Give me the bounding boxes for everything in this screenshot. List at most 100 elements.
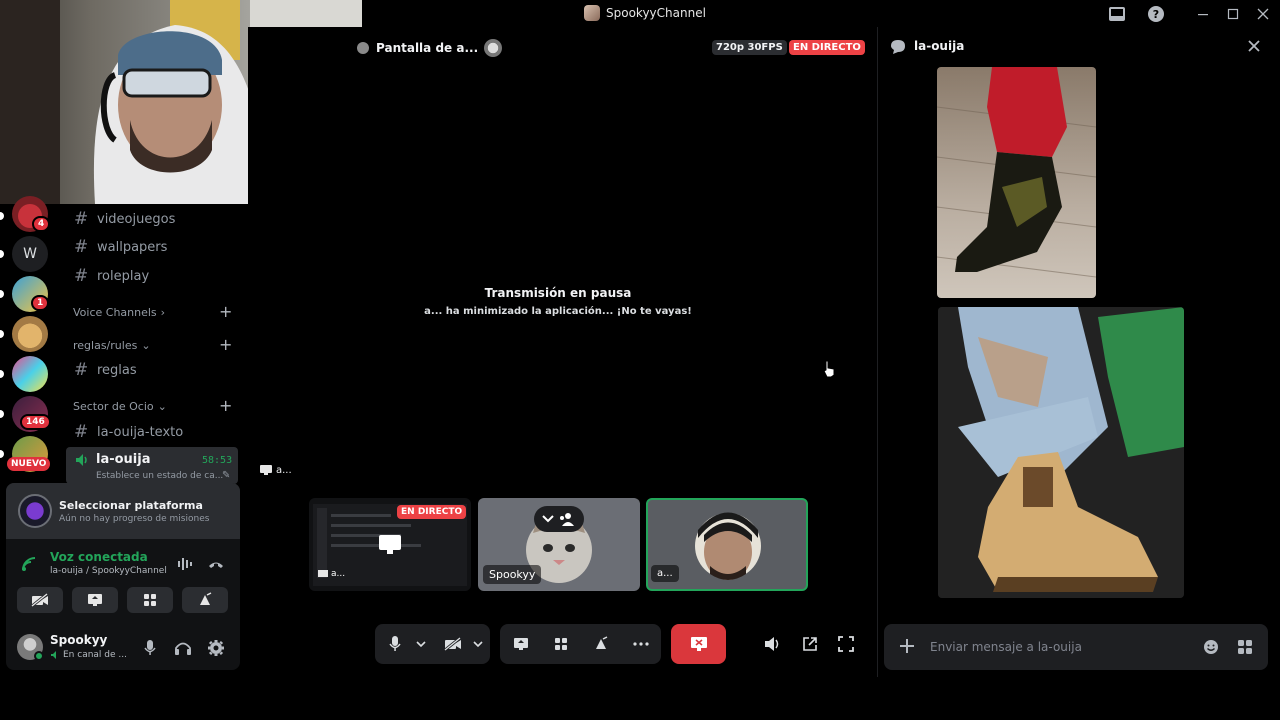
category-label: reglas/rules (73, 339, 138, 352)
quality-badge: 720p 30FPS (712, 40, 787, 55)
volume-icon[interactable] (757, 628, 789, 660)
tile-label: a... (318, 569, 345, 579)
server-icon-colorful[interactable] (12, 356, 48, 392)
stream-title: Pantalla de a... (376, 41, 479, 55)
channel-label: reglas (97, 362, 137, 378)
chevron-down-icon[interactable] (405, 628, 437, 660)
channel-item[interactable]: # la-ouija-texto (74, 422, 183, 442)
user-status-text: En canal de ... (63, 650, 127, 660)
emoji-icon[interactable] (1203, 639, 1219, 655)
category-label: Voice Channels (73, 306, 157, 319)
mention-badge: 4 (32, 216, 51, 232)
message-input[interactable] (930, 634, 1190, 660)
microphone-icon[interactable] (142, 639, 158, 657)
voice-connected-status[interactable]: Voz conectada (50, 550, 148, 564)
screen-icon (318, 569, 328, 577)
tile-live-badge: EN DIRECTO (397, 505, 467, 519)
stream-owner-label: a... (260, 465, 292, 476)
channel-label: wallpapers (97, 239, 168, 255)
tile-name: a... (331, 569, 346, 579)
hash-icon: # (74, 422, 89, 442)
screen-icon (260, 465, 272, 475)
channel-item[interactable]: # videojuegos (74, 209, 175, 229)
signal-icon (20, 555, 38, 573)
activities-button[interactable] (127, 587, 173, 613)
user-icon (357, 42, 369, 54)
mention-badge: 146 (20, 414, 51, 430)
chat-image-boots[interactable] (938, 307, 1184, 598)
online-status-icon (34, 651, 44, 661)
channel-item[interactable]: # wallpapers (74, 237, 167, 257)
noise-suppression-icon[interactable] (177, 556, 195, 572)
chat-bubble-icon (890, 39, 906, 55)
close-icon[interactable] (1247, 39, 1261, 53)
headphones-icon[interactable] (174, 639, 192, 657)
username[interactable]: Spookyy (50, 633, 107, 647)
user-status: En canal de ... (50, 650, 127, 660)
minimize-icon[interactable] (1193, 4, 1213, 24)
quest-subtitle: Aún no hay progreso de misiones (59, 514, 210, 524)
server-icon-cat[interactable] (12, 316, 48, 352)
paused-title: Transmisión en pausa (484, 286, 632, 300)
mention-badge: 1 (31, 295, 50, 311)
voice-channel-label: la-ouija (96, 452, 151, 467)
hash-icon: # (74, 360, 89, 380)
screen-icon (378, 534, 402, 556)
channel-item[interactable]: # roleplay (74, 266, 149, 286)
apps-icon[interactable] (1237, 639, 1253, 655)
category-ocio[interactable]: Sector de Ocio ⌄ (73, 400, 167, 413)
chevron-right-icon: › (160, 306, 166, 319)
add-channel-icon[interactable]: + (219, 335, 232, 354)
more-options-icon[interactable] (625, 628, 657, 660)
screen-share-button[interactable] (72, 587, 118, 613)
paused-subtitle: a... ha minimizado la aplicación... ¡No … (424, 306, 692, 317)
maximize-icon[interactable] (1223, 4, 1243, 24)
close-window-icon[interactable] (1253, 4, 1273, 24)
quest-icon (18, 494, 52, 528)
voice-timer: 58:53 (202, 455, 233, 466)
add-channel-icon[interactable]: + (219, 396, 232, 415)
channel-label: videojuegos (97, 211, 176, 227)
disconnect-icon[interactable] (207, 557, 225, 571)
screen-share-icon[interactable] (505, 628, 537, 660)
popout-icon[interactable] (794, 628, 826, 660)
settings-gear-icon[interactable] (207, 639, 225, 657)
camera-off-button[interactable] (17, 587, 63, 613)
server-icon-w[interactable]: W (12, 236, 48, 272)
fullscreen-icon[interactable] (830, 628, 862, 660)
tile-name: Spookyy (483, 565, 542, 584)
voice-location: la-ouija / SpookyyChannel (50, 566, 167, 576)
window-title-text: SpookyyChannel (606, 6, 706, 20)
add-attachment-icon[interactable] (899, 638, 915, 654)
category-rules[interactable]: reglas/rules ⌄ (73, 339, 151, 352)
chat-channel-title: la-ouija (914, 39, 965, 53)
inbox-icon[interactable] (1107, 4, 1127, 24)
chevron-down-icon[interactable] (462, 628, 494, 660)
activities-icon[interactable] (545, 628, 577, 660)
streamer-avatar (484, 39, 503, 57)
soundboard-button[interactable] (182, 587, 228, 613)
mouse-cursor-icon (822, 360, 836, 378)
category-label: Sector de Ocio (73, 400, 154, 413)
add-channel-icon[interactable]: + (219, 302, 232, 321)
channel-label: roleplay (97, 268, 150, 284)
chevron-down-icon: ⌄ (157, 400, 167, 413)
pencil-icon[interactable]: ✎ (222, 470, 230, 481)
category-voice[interactable]: Voice Channels › (73, 306, 165, 319)
stop-stream-button[interactable] (671, 624, 726, 664)
hash-icon: # (74, 209, 89, 229)
channel-item[interactable]: # reglas (74, 360, 137, 380)
svg-text:?: ? (1153, 8, 1159, 21)
voice-status: Establece un estado de ca... (96, 471, 224, 481)
hash-icon: # (74, 237, 89, 257)
channel-label: la-ouija-texto (97, 424, 184, 440)
chevron-down-icon (542, 515, 554, 523)
live-badge: EN DIRECTO (789, 40, 865, 55)
stream-owner-text: a... (276, 465, 292, 476)
soundboard-icon[interactable] (585, 628, 617, 660)
people-icon (560, 513, 574, 526)
hash-icon: # (74, 266, 89, 286)
tile-overlay-controls[interactable] (534, 506, 584, 532)
help-icon[interactable]: ? (1146, 4, 1166, 24)
chat-image-shoe[interactable] (937, 67, 1096, 298)
